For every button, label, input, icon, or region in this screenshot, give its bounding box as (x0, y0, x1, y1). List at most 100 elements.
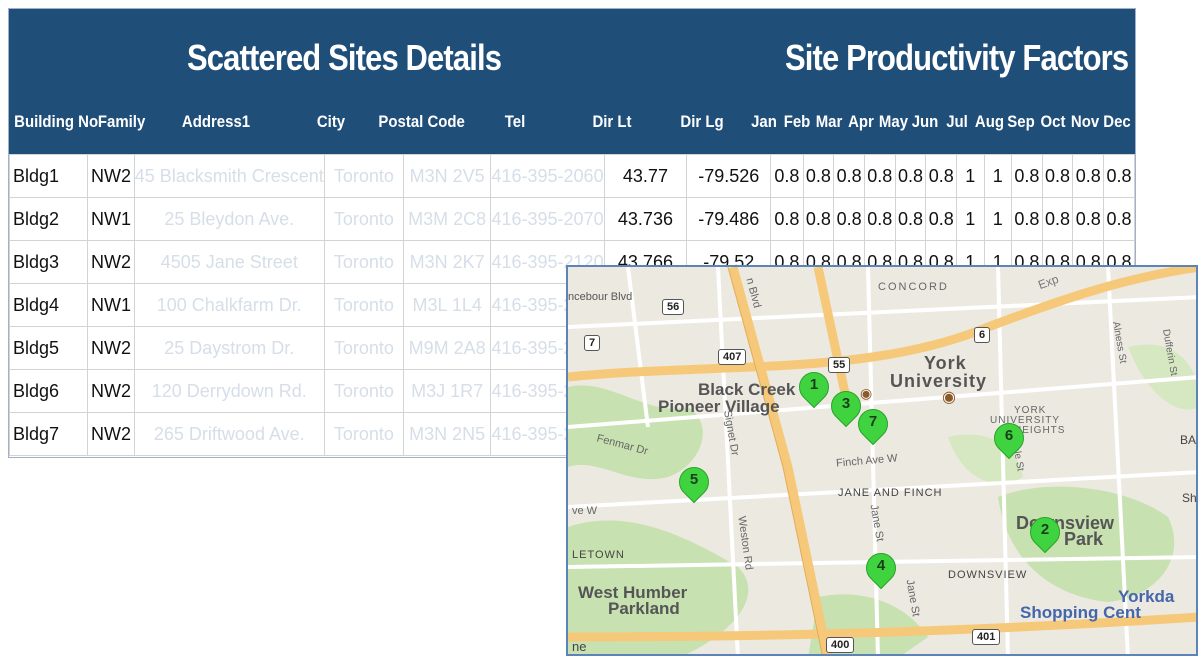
cell-address: 100 Chalkfarm Dr. (133, 283, 325, 327)
highway-shield-7: 7 (584, 335, 601, 351)
cell-month-apr: 0.8 (863, 197, 896, 241)
table-header: Scattered Sites Details Site Productivit… (9, 9, 1135, 154)
university-landmark-icon: ◉ (942, 389, 956, 406)
sites-map[interactable]: CONCORD ncebour Blvd Exp n Blvd York Uni… (566, 265, 1198, 656)
highway-shield-401: 401 (972, 629, 1001, 645)
cell-family: NW2 (87, 154, 135, 198)
cell-month-dec: 0.8 (1103, 154, 1135, 198)
cell-month-jul: 1 (956, 154, 985, 198)
cell-postal: M3N 2V5 (402, 154, 492, 198)
map-pin-3[interactable]: 3 (824, 384, 868, 431)
cell-building: Bldg2 (9, 197, 89, 241)
col-header-city: City (316, 112, 346, 131)
col-header-dir-lt: Dir Lt (592, 112, 632, 131)
map-pin-6[interactable]: 6 (987, 416, 1031, 463)
col-header-tel: Tel (504, 112, 526, 131)
map-pin-5[interactable]: 5 (672, 460, 716, 507)
cell-building: Bldg1 (9, 154, 89, 198)
cell-month-mar: 0.8 (833, 154, 865, 198)
cell-building: Bldg6 (9, 369, 89, 413)
cell-family: NW2 (87, 326, 135, 370)
highway-shield-55: 55 (828, 357, 851, 373)
map-pin-2[interactable]: 2 (1023, 510, 1067, 557)
map-pin-1[interactable]: 1 (792, 365, 836, 412)
label-ne: ne (572, 639, 587, 654)
cell-address: 4505 Jane Street (133, 240, 325, 284)
cell-city: Toronto (323, 412, 404, 456)
cell-building: Bldg3 (9, 240, 89, 284)
cell-month-oct: 0.8 (1041, 197, 1074, 241)
label-sh: Sh (1182, 491, 1197, 505)
col-header-jun: Jun (911, 112, 939, 131)
cell-month-nov: 0.8 (1072, 197, 1105, 241)
label-park: Park (1064, 529, 1104, 549)
label-ave-w: ve W (572, 505, 598, 517)
cell-lat: 43.77 (603, 154, 688, 198)
col-header-feb: Feb (783, 112, 811, 131)
cell-month-apr: 0.8 (863, 154, 896, 198)
cell-city: Toronto (323, 369, 404, 413)
cell-month-oct: 0.8 (1041, 154, 1074, 198)
cell-address: 25 Bleydon Ave. (133, 197, 325, 241)
table-row: Bldg2 NW1 25 Bleydon Ave. Toronto M3M 2C8 416… (9, 197, 1135, 241)
cell-lat: 43.736 (603, 197, 688, 241)
cell-city: Toronto (323, 283, 404, 327)
label-jane-finch: JANE AND FINCH (838, 487, 943, 499)
col-header-mar: Mar (815, 112, 843, 131)
cell-month-mar: 0.8 (833, 197, 865, 241)
cell-month-sep: 0.8 (1011, 154, 1043, 198)
village-landmark-icon: ◉ (860, 385, 873, 401)
label-pioneer-village: Pioneer Village (658, 397, 780, 416)
col-header-aug: Aug (974, 112, 1005, 131)
map-pin-7[interactable]: 7 (851, 402, 895, 449)
cell-postal: M3J 1R7 (402, 369, 492, 413)
cell-tel: 416-395-2070 (490, 197, 605, 241)
cell-month-may: 0.8 (894, 154, 927, 198)
label-ba: BA (1180, 433, 1197, 447)
col-header-sep: Sep (1007, 112, 1035, 131)
highway-shield-400: 400 (826, 637, 855, 653)
col-header-postal-code: Postal Code (378, 112, 465, 131)
highway-shield-407: 407 (718, 349, 747, 365)
cell-address: 45 Blacksmith Crescent (133, 154, 325, 198)
label-parkland: Parkland (608, 599, 680, 618)
col-header-address1: Address1 (181, 112, 251, 131)
col-header-family: Family (97, 112, 146, 131)
label-concord: CONCORD (878, 281, 949, 293)
col-header-jul: Jul (946, 112, 968, 131)
scattered-sites-title: Scattered Sites Details (187, 37, 502, 78)
highway-shield-56: 56 (662, 299, 685, 315)
col-header-dir-lg: Dir Lg (680, 112, 724, 131)
cell-month-nov: 0.8 (1072, 154, 1105, 198)
cell-month-jan: 0.8 (770, 197, 804, 241)
cell-city: Toronto (323, 240, 404, 284)
cell-building: Bldg7 (9, 412, 89, 456)
cell-family: NW1 (87, 283, 135, 327)
productivity-factors-title: Site Productivity Factors (785, 37, 1129, 78)
cell-month-feb: 0.8 (802, 197, 835, 241)
cell-postal: M3N 2N5 (402, 412, 492, 456)
col-header-dec: Dec (1103, 112, 1131, 131)
cell-postal: M3M 2C8 (402, 197, 492, 241)
col-header-jan: Jan (751, 112, 777, 131)
cell-postal: M3L 1L4 (402, 283, 492, 327)
cell-month-aug: 1 (983, 154, 1013, 198)
col-header-nov: Nov (1070, 112, 1100, 131)
col-header-building-no: Building No (14, 112, 99, 131)
cell-month-feb: 0.8 (802, 154, 835, 198)
cell-month-jul: 1 (956, 197, 985, 241)
col-header-oct: Oct (1040, 112, 1066, 131)
cell-family: NW2 (87, 240, 135, 284)
cell-lng: -79.486 (686, 197, 772, 241)
cell-city: Toronto (323, 197, 404, 241)
cell-family: NW2 (87, 369, 135, 413)
map-pin-4[interactable]: 4 (859, 546, 903, 593)
col-header-may: May (878, 112, 909, 131)
cell-address: 120 Derrydown Rd. (133, 369, 325, 413)
cell-month-jun: 0.8 (925, 197, 958, 241)
cell-postal: M9M 2A8 (402, 326, 492, 370)
cell-month-aug: 1 (983, 197, 1013, 241)
cell-family: NW2 (87, 412, 135, 456)
highway-shield-6: 6 (974, 327, 991, 343)
cell-month-sep: 0.8 (1011, 197, 1043, 241)
